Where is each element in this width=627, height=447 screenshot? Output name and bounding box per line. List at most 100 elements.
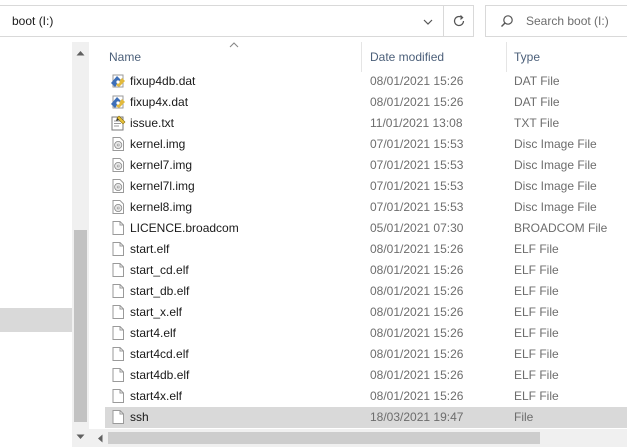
- file-row[interactable]: start4db.elf 08/01/2021 15:26 ELF File: [89, 365, 627, 386]
- generic-file-icon: [110, 304, 126, 320]
- file-name: issue.txt: [130, 116, 175, 130]
- file-date-modified: 08/01/2021 15:26: [370, 368, 464, 382]
- file-row[interactable]: kernel7.img 07/01/2021 15:53 Disc Image Fi…: [89, 155, 627, 176]
- dat-file-icon: [110, 73, 126, 89]
- file-name: start_x.elf: [130, 305, 183, 319]
- scroll-left-icon[interactable]: [91, 429, 108, 447]
- dat-file-icon: [110, 94, 126, 110]
- column-header-type[interactable]: Type: [514, 50, 540, 64]
- file-date-modified: 07/01/2021 15:53: [370, 200, 464, 214]
- address-path[interactable]: boot (I:): [12, 14, 53, 28]
- file-row[interactable]: kernel.img 07/01/2021 15:53 Disc Image Fil…: [89, 134, 627, 155]
- file-date-modified: 08/01/2021 15:26: [370, 389, 464, 403]
- disc-image-icon: [110, 199, 126, 215]
- file-date-modified: 08/01/2021 15:26: [370, 305, 464, 319]
- file-date-modified: 08/01/2021 15:26: [370, 263, 464, 277]
- file-type: ELF File: [514, 305, 559, 319]
- top-bar: boot (I:) Search boot (I:): [0, 0, 627, 42]
- generic-file-icon: [110, 241, 126, 257]
- file-row[interactable]: kernel8.img 07/01/2021 15:53 Disc Image Fi…: [89, 197, 627, 218]
- file-date-modified: 07/01/2021 15:53: [370, 158, 464, 172]
- file-row[interactable]: start4x.elf 08/01/2021 15:26 ELF File: [89, 386, 627, 407]
- file-row[interactable]: start_x.elf 08/01/2021 15:26 ELF File: [89, 302, 627, 323]
- generic-file-icon: [110, 283, 126, 299]
- column-divider[interactable]: [361, 42, 362, 72]
- generic-file-icon: [110, 346, 126, 362]
- column-header-row: Name Date modified Type: [89, 42, 627, 72]
- search-icon: [500, 14, 514, 31]
- file-date-modified: 18/03/2021 19:47: [370, 410, 464, 424]
- generic-file-icon: [110, 220, 126, 236]
- file-name: start.elf: [130, 242, 170, 256]
- file-name: kernel8.img: [130, 200, 193, 214]
- file-row[interactable]: issue.txt 11/01/2021 13:08 TXT File: [89, 113, 627, 134]
- text-file-icon: [110, 115, 126, 131]
- horizontal-scrollbar[interactable]: [89, 429, 627, 447]
- file-name: start4cd.elf: [130, 347, 189, 361]
- file-type: ELF File: [514, 368, 559, 382]
- file-type: ELF File: [514, 263, 559, 277]
- nav-selected-item[interactable]: [0, 308, 72, 332]
- file-date-modified: 08/01/2021 15:26: [370, 95, 464, 109]
- disc-image-icon: [110, 178, 126, 194]
- file-date-modified: 05/01/2021 07:30: [370, 221, 464, 235]
- column-divider[interactable]: [506, 42, 507, 72]
- file-row[interactable]: start4.elf 08/01/2021 15:26 ELF File: [89, 323, 627, 344]
- column-header-date[interactable]: Date modified: [370, 50, 444, 64]
- file-type: DAT File: [514, 95, 560, 109]
- file-row[interactable]: ssh 18/03/2021 19:47 File: [89, 407, 627, 428]
- file-row[interactable]: fixup4db.dat 08/01/2021 15:26 DAT File: [89, 71, 627, 92]
- disc-image-icon: [110, 157, 126, 173]
- file-date-modified: 08/01/2021 15:26: [370, 74, 464, 88]
- file-name: kernel.img: [130, 137, 186, 151]
- horizontal-scroll-thumb[interactable]: [108, 432, 540, 444]
- file-row[interactable]: kernel7l.img 07/01/2021 15:53 Disc Image F…: [89, 176, 627, 197]
- file-name: start4.elf: [130, 326, 177, 340]
- file-name: kernel7.img: [130, 158, 193, 172]
- file-date-modified: 08/01/2021 15:26: [370, 326, 464, 340]
- file-row[interactable]: LICENCE.broadcom 05/01/2021 07:30 BROADCOM…: [89, 218, 627, 239]
- file-name: LICENCE.broadcom: [130, 221, 239, 235]
- generic-file-icon: [110, 388, 126, 404]
- nav-vertical-scrollbar[interactable]: [72, 42, 89, 447]
- navigation-pane[interactable]: [0, 42, 72, 447]
- generic-file-icon: [110, 262, 126, 278]
- address-bar[interactable]: boot (I:): [0, 5, 474, 37]
- file-name: start_cd.elf: [130, 263, 189, 277]
- sort-ascending-icon: [229, 42, 239, 48]
- file-name: start4x.elf: [130, 389, 183, 403]
- generic-file-icon: [110, 409, 126, 425]
- file-date-modified: 08/01/2021 15:26: [370, 347, 464, 361]
- file-row[interactable]: start4cd.elf 08/01/2021 15:26 ELF File: [89, 344, 627, 365]
- disc-image-icon: [110, 136, 126, 152]
- file-name: ssh: [130, 410, 149, 424]
- file-date-modified: 08/01/2021 15:26: [370, 242, 464, 256]
- file-type: BROADCOM File: [514, 221, 608, 235]
- scroll-down-icon[interactable]: [72, 428, 89, 445]
- file-name: fixup4x.dat: [130, 95, 189, 109]
- file-name: start_db.elf: [130, 284, 190, 298]
- file-type: DAT File: [514, 74, 560, 88]
- chevron-down-icon[interactable]: [418, 12, 438, 32]
- file-type: Disc Image File: [514, 137, 597, 151]
- search-input[interactable]: Search boot (I:): [526, 14, 609, 28]
- file-type: Disc Image File: [514, 179, 597, 193]
- file-row[interactable]: start_db.elf 08/01/2021 15:26 ELF File: [89, 281, 627, 302]
- nav-scroll-thumb[interactable]: [74, 230, 87, 422]
- file-name: start4db.elf: [130, 368, 190, 382]
- file-type: ELF File: [514, 242, 559, 256]
- file-date-modified: 07/01/2021 15:53: [370, 137, 464, 151]
- scroll-up-icon[interactable]: [72, 44, 89, 61]
- file-list[interactable]: Name Date modified Type fixup4db.dat 08/0…: [89, 42, 627, 429]
- file-row[interactable]: fixup4x.dat 08/01/2021 15:26 DAT File: [89, 92, 627, 113]
- file-row[interactable]: start_cd.elf 08/01/2021 15:26 ELF File: [89, 260, 627, 281]
- column-header-name[interactable]: Name: [109, 50, 141, 64]
- search-box[interactable]: Search boot (I:): [485, 5, 627, 37]
- file-date-modified: 07/01/2021 15:53: [370, 179, 464, 193]
- row-selection-highlight: [105, 407, 627, 428]
- file-type: Disc Image File: [514, 200, 597, 214]
- file-date-modified: 11/01/2021 13:08: [370, 116, 463, 130]
- file-row[interactable]: start.elf 08/01/2021 15:26 ELF File: [89, 239, 627, 260]
- refresh-icon[interactable]: [443, 6, 473, 36]
- file-date-modified: 08/01/2021 15:26: [370, 284, 464, 298]
